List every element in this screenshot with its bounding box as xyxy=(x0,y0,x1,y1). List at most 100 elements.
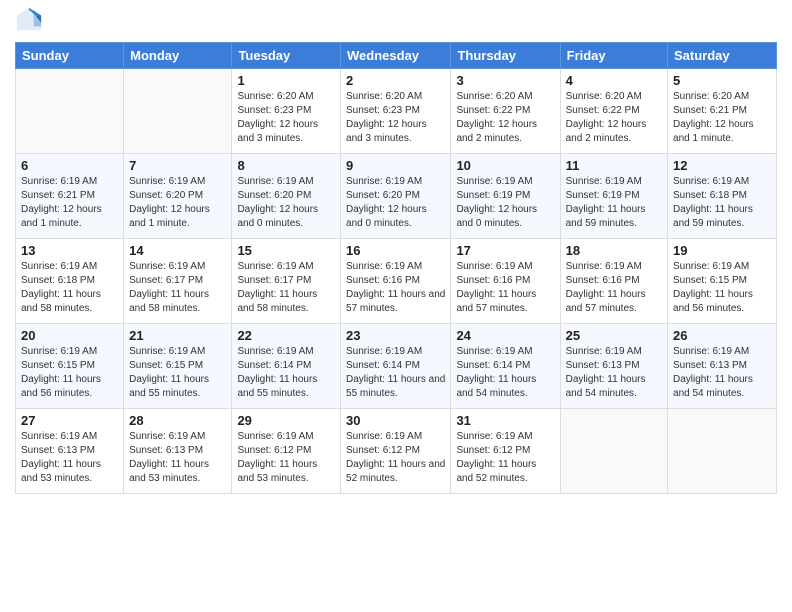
day-info: Sunrise: 6:20 AM Sunset: 6:23 PM Dayligh… xyxy=(346,90,445,146)
day-info: Sunrise: 6:19 AM Sunset: 6:13 PM Dayligh… xyxy=(566,345,662,401)
day-info: Sunrise: 6:19 AM Sunset: 6:20 PM Dayligh… xyxy=(237,175,335,231)
week-row-1: 1Sunrise: 6:20 AM Sunset: 6:23 PM Daylig… xyxy=(16,69,777,154)
column-header-monday: Monday xyxy=(124,43,232,69)
calendar-cell: 27 Sunrise: 6:19 AM Sunset: 6:13 PM Dayli… xyxy=(16,409,124,494)
day-number: 11 xyxy=(566,158,662,173)
day-info: Sunrise: 6:19 AM Sunset: 6:20 PM Dayligh… xyxy=(129,175,226,231)
day-info: Sunrise: 6:19 AM Sunset: 6:15 PM Dayligh… xyxy=(129,345,226,401)
calendar-cell: 17 Sunrise: 6:19 AM Sunset: 6:16 PM Dayli… xyxy=(451,239,560,324)
column-header-tuesday: Tuesday xyxy=(232,43,341,69)
day-info: Sunrise: 6:20 AM Sunset: 6:23 PM Dayligh… xyxy=(237,90,335,146)
day-number: 19 xyxy=(673,243,771,258)
day-info: Sunrise: 6:19 AM Sunset: 6:19 PM Dayligh… xyxy=(566,175,662,231)
calendar-cell: 31 Sunrise: 6:19 AM Sunset: 6:12 PM Dayli… xyxy=(451,409,560,494)
calendar-cell xyxy=(124,69,232,154)
calendar-cell: 11 Sunrise: 6:19 AM Sunset: 6:19 PM Dayli… xyxy=(560,154,667,239)
day-number: 4 xyxy=(566,73,662,88)
day-number: 21 xyxy=(129,328,226,343)
day-info: Sunrise: 6:19 AM Sunset: 6:17 PM Dayligh… xyxy=(129,260,226,316)
calendar-cell: 23 Sunrise: 6:19 AM Sunset: 6:14 PM Dayli… xyxy=(341,324,451,409)
day-info: Sunrise: 6:19 AM Sunset: 6:12 PM Dayligh… xyxy=(237,430,335,486)
day-info: Sunrise: 6:19 AM Sunset: 6:13 PM Dayligh… xyxy=(21,430,118,486)
calendar-cell: 28 Sunrise: 6:19 AM Sunset: 6:13 PM Dayli… xyxy=(124,409,232,494)
day-number: 7 xyxy=(129,158,226,173)
day-number: 17 xyxy=(456,243,554,258)
page-header xyxy=(15,10,777,34)
day-info: Sunrise: 6:20 AM Sunset: 6:22 PM Dayligh… xyxy=(456,90,554,146)
day-info: Sunrise: 6:19 AM Sunset: 6:18 PM Dayligh… xyxy=(673,175,771,231)
day-number: 28 xyxy=(129,413,226,428)
calendar-cell: 25Sunrise: 6:19 AM Sunset: 6:13 PM Dayli… xyxy=(560,324,667,409)
day-number: 13 xyxy=(21,243,118,258)
calendar-header-row: SundayMondayTuesdayWednesdayThursdayFrid… xyxy=(16,43,777,69)
day-number: 20 xyxy=(21,328,118,343)
calendar-table: SundayMondayTuesdayWednesdayThursdayFrid… xyxy=(15,42,777,494)
calendar-cell: 3 Sunrise: 6:20 AM Sunset: 6:22 PM Daylig… xyxy=(451,69,560,154)
calendar-cell: 22Sunrise: 6:19 AM Sunset: 6:14 PM Dayli… xyxy=(232,324,341,409)
calendar-cell: 24Sunrise: 6:19 AM Sunset: 6:14 PM Dayli… xyxy=(451,324,560,409)
day-number: 29 xyxy=(237,413,335,428)
day-number: 14 xyxy=(129,243,226,258)
calendar-cell: 19 Sunrise: 6:19 AM Sunset: 6:15 PM Dayli… xyxy=(668,239,777,324)
day-info: Sunrise: 6:19 AM Sunset: 6:12 PM Dayligh… xyxy=(346,430,445,486)
calendar-cell: 4 Sunrise: 6:20 AM Sunset: 6:22 PM Daylig… xyxy=(560,69,667,154)
day-info: Sunrise: 6:19 AM Sunset: 6:15 PM Dayligh… xyxy=(673,260,771,316)
day-info: Sunrise: 6:19 AM Sunset: 6:14 PM Dayligh… xyxy=(346,345,445,401)
calendar-cell: 21 Sunrise: 6:19 AM Sunset: 6:15 PM Dayli… xyxy=(124,324,232,409)
day-number: 31 xyxy=(456,413,554,428)
column-header-wednesday: Wednesday xyxy=(341,43,451,69)
calendar-cell xyxy=(668,409,777,494)
day-number: 22 xyxy=(237,328,335,343)
logo xyxy=(15,10,47,34)
calendar-cell: 29 Sunrise: 6:19 AM Sunset: 6:12 PM Dayli… xyxy=(232,409,341,494)
day-info: Sunrise: 6:19 AM Sunset: 6:21 PM Dayligh… xyxy=(21,175,118,231)
calendar-cell: 20 Sunrise: 6:19 AM Sunset: 6:15 PM Dayli… xyxy=(16,324,124,409)
day-number: 6 xyxy=(21,158,118,173)
day-info: Sunrise: 6:19 AM Sunset: 6:16 PM Dayligh… xyxy=(566,260,662,316)
day-number: 15 xyxy=(237,243,335,258)
calendar-cell xyxy=(560,409,667,494)
day-info: Sunrise: 6:19 AM Sunset: 6:16 PM Dayligh… xyxy=(456,260,554,316)
day-info: Sunrise: 6:19 AM Sunset: 6:13 PM Dayligh… xyxy=(129,430,226,486)
week-row-4: 20 Sunrise: 6:19 AM Sunset: 6:15 PM Dayli… xyxy=(16,324,777,409)
week-row-2: 6 Sunrise: 6:19 AM Sunset: 6:21 PM Daylig… xyxy=(16,154,777,239)
calendar-cell: 10 Sunrise: 6:19 AM Sunset: 6:19 PM Dayli… xyxy=(451,154,560,239)
day-number: 18 xyxy=(566,243,662,258)
day-number: 9 xyxy=(346,158,445,173)
column-header-friday: Friday xyxy=(560,43,667,69)
day-info: Sunrise: 6:19 AM Sunset: 6:18 PM Dayligh… xyxy=(21,260,118,316)
calendar-cell: 26 Sunrise: 6:19 AM Sunset: 6:13 PM Dayli… xyxy=(668,324,777,409)
calendar-cell: 8 Sunrise: 6:19 AM Sunset: 6:20 PM Daylig… xyxy=(232,154,341,239)
day-info: Sunrise: 6:19 AM Sunset: 6:15 PM Dayligh… xyxy=(21,345,118,401)
calendar-cell: 9Sunrise: 6:19 AM Sunset: 6:20 PM Daylig… xyxy=(341,154,451,239)
day-info: Sunrise: 6:20 AM Sunset: 6:22 PM Dayligh… xyxy=(566,90,662,146)
day-info: Sunrise: 6:19 AM Sunset: 6:14 PM Dayligh… xyxy=(456,345,554,401)
day-number: 10 xyxy=(456,158,554,173)
calendar-cell: 30 Sunrise: 6:19 AM Sunset: 6:12 PM Dayli… xyxy=(341,409,451,494)
day-number: 12 xyxy=(673,158,771,173)
calendar-cell: 16Sunrise: 6:19 AM Sunset: 6:16 PM Dayli… xyxy=(341,239,451,324)
day-info: Sunrise: 6:19 AM Sunset: 6:12 PM Dayligh… xyxy=(456,430,554,486)
day-info: Sunrise: 6:19 AM Sunset: 6:16 PM Dayligh… xyxy=(346,260,445,316)
day-number: 5 xyxy=(673,73,771,88)
calendar-cell: 2 Sunrise: 6:20 AM Sunset: 6:23 PM Daylig… xyxy=(341,69,451,154)
column-header-saturday: Saturday xyxy=(668,43,777,69)
day-number: 27 xyxy=(21,413,118,428)
day-info: Sunrise: 6:19 AM Sunset: 6:19 PM Dayligh… xyxy=(456,175,554,231)
day-number: 2 xyxy=(346,73,445,88)
calendar-cell: 13 Sunrise: 6:19 AM Sunset: 6:18 PM Dayli… xyxy=(16,239,124,324)
calendar-cell: 15 Sunrise: 6:19 AM Sunset: 6:17 PM Dayli… xyxy=(232,239,341,324)
day-info: Sunrise: 6:19 AM Sunset: 6:17 PM Dayligh… xyxy=(237,260,335,316)
day-number: 8 xyxy=(237,158,335,173)
day-number: 30 xyxy=(346,413,445,428)
day-number: 3 xyxy=(456,73,554,88)
day-number: 26 xyxy=(673,328,771,343)
column-header-thursday: Thursday xyxy=(451,43,560,69)
logo-icon xyxy=(15,6,43,34)
week-row-3: 13 Sunrise: 6:19 AM Sunset: 6:18 PM Dayli… xyxy=(16,239,777,324)
calendar-cell: 6 Sunrise: 6:19 AM Sunset: 6:21 PM Daylig… xyxy=(16,154,124,239)
calendar-cell: 12 Sunrise: 6:19 AM Sunset: 6:18 PM Dayli… xyxy=(668,154,777,239)
calendar-cell: 18 Sunrise: 6:19 AM Sunset: 6:16 PM Dayli… xyxy=(560,239,667,324)
day-info: Sunrise: 6:19 AM Sunset: 6:13 PM Dayligh… xyxy=(673,345,771,401)
day-number: 23 xyxy=(346,328,445,343)
